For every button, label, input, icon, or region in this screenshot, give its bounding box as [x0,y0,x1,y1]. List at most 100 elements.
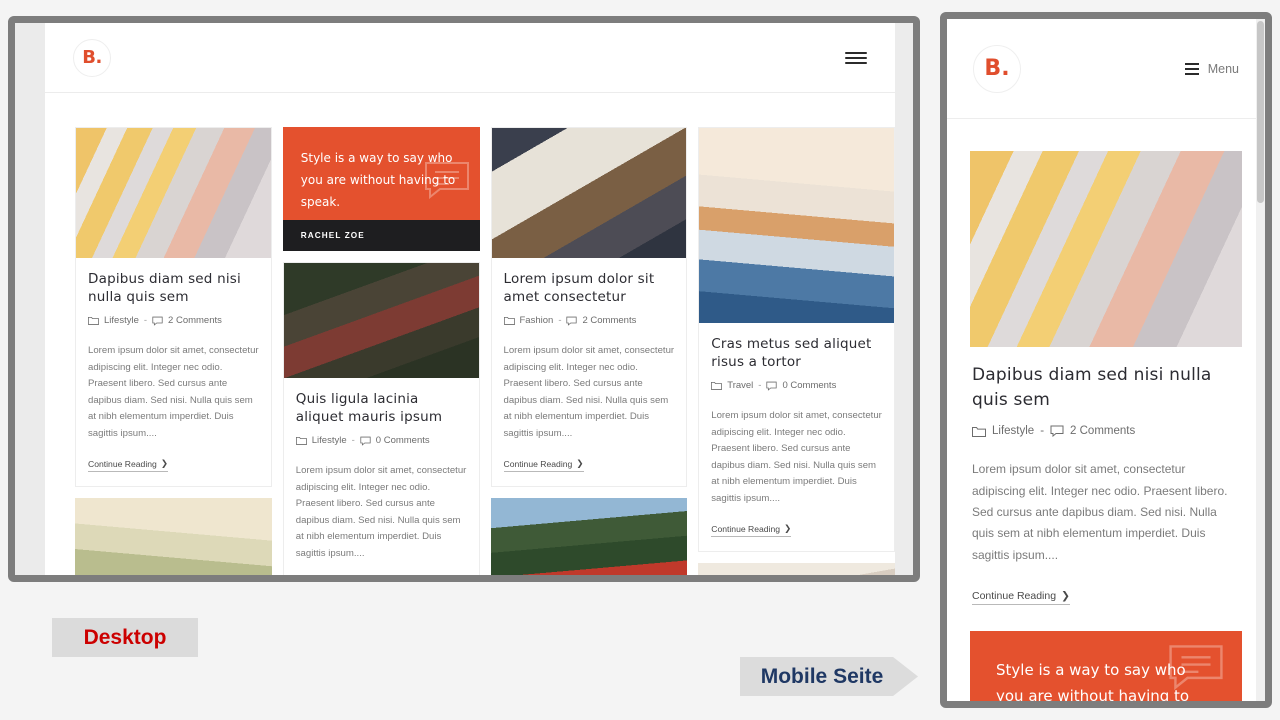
post-category[interactable]: Lifestyle [992,425,1034,437]
desktop-browser-frame: B. Dapibus diam sed nisi nulla quis sem [8,16,920,582]
post-title[interactable]: Quis ligula lacinia aliquet mauris ipsum [296,390,467,426]
desktop-site-header: B. [45,23,895,93]
desktop-viewport: B. Dapibus diam sed nisi nulla quis sem [15,23,913,575]
folder-icon [295,437,307,446]
comparison-stage: B. Dapibus diam sed nisi nulla quis sem [0,0,1280,720]
post-card[interactable]: Quis ligula lacinia aliquet mauris ipsum… [282,262,480,575]
continue-reading-link[interactable]: Continue Reading ❯ [711,523,792,538]
continue-reading-link[interactable]: Continue Reading ❯ [88,458,169,473]
folder-icon [711,382,723,391]
continue-reading-label: Continue Reading [711,523,781,534]
desktop-scrollbar[interactable] [895,23,913,575]
post-thumbnail-hammock [490,498,688,575]
post-comment-count[interactable]: 2 Comments [582,315,636,326]
post-card[interactable] [490,498,688,575]
grid-column: Style is a way to say who you are withou… [282,127,480,575]
mobile-menu-button[interactable]: Menu [1184,62,1239,76]
mobile-scrollbar[interactable] [1256,19,1265,701]
post-category[interactable]: Fashion [520,315,554,326]
hamburger-bar [845,51,867,54]
post-meta: Travel - 0 Comments [711,380,882,391]
mobile-site-logo[interactable]: B. [973,44,1021,93]
post-category[interactable]: Lifestyle [104,315,139,326]
hamburger-menu-icon[interactable] [845,51,867,64]
hamburger-bar [1184,72,1199,75]
post-card[interactable] [75,498,272,575]
grid-column: Dapibus diam sed nisi nulla quis sem Lif… [75,127,272,575]
chevron-right-icon: ❯ [576,458,584,469]
post-thumbnail-portrait [698,563,895,575]
quote-card[interactable]: Style is a way to say who you are withou… [970,631,1242,701]
post-card[interactable]: Cras metus sed aliquet risus a tortor Tr… [698,127,895,553]
post-comment-count[interactable]: 0 Comments [376,435,430,446]
folder-icon [503,317,515,326]
post-card[interactable] [698,563,895,575]
meta-separator: - [351,435,355,447]
grid-column: Lorem ipsum dolor sit amet consectetur F… [490,127,688,575]
post-card[interactable]: Dapibus diam sed nisi nulla quis sem Lif… [970,151,1242,606]
post-title[interactable]: Cras metus sed aliquet risus a tortor [711,335,882,371]
quote-card[interactable]: Style is a way to say who you are withou… [282,127,480,251]
post-title[interactable]: Lorem ipsum dolor sit amet consectetur [504,270,675,306]
post-title[interactable]: Dapibus diam sed nisi nulla quis sem [88,270,259,306]
hamburger-bar [1184,62,1199,65]
meta-separator: - [143,315,148,327]
post-meta: Lifestyle - 2 Comments [972,425,1240,438]
post-meta: Lifestyle - 0 Comments [295,435,467,447]
quote-body: Style is a way to say who you are withou… [282,127,480,220]
mobile-annotation-text: Mobile Seite [760,664,884,688]
post-category[interactable]: Travel [727,380,753,391]
post-comment-count[interactable]: 0 Comments [782,380,836,391]
quote-author: RACHEL ZOE [282,220,480,251]
continue-reading-label: Continue Reading [972,590,1057,603]
post-thumbnail-airport [491,128,687,258]
quote-body: Style is a way to say who you are withou… [970,631,1242,701]
hamburger-bar [1184,67,1199,70]
meta-separator: - [1040,425,1045,438]
meta-separator: - [758,380,762,392]
post-thumbnail-forest [283,263,479,378]
post-grid: Dapibus diam sed nisi nulla quis sem Lif… [75,127,895,575]
continue-reading-link[interactable]: Continue Reading ❯ [972,590,1070,606]
post-excerpt: Lorem ipsum dolor sit amet, consectetur … [88,345,259,439]
grid-column: Cras metus sed aliquet risus a tortor Tr… [698,127,895,575]
comment-icon [360,436,371,446]
hamburger-menu-icon [1184,62,1199,75]
post-card[interactable]: Dapibus diam sed nisi nulla quis sem Lif… [75,127,272,488]
post-title[interactable]: Dapibus diam sed nisi nulla quis sem [972,363,1240,412]
comment-icon [1050,425,1064,438]
post-excerpt: Lorem ipsum dolor sit amet, consectetur … [295,465,467,559]
post-comment-count[interactable]: 2 Comments [168,315,222,326]
post-card-body: Cras metus sed aliquet risus a tortor Tr… [699,323,894,551]
site-logo[interactable]: B. [73,38,111,77]
post-thumbnail-mountain [75,498,272,575]
desktop-annotation-label: Desktop [52,618,198,657]
chevron-right-icon: ❯ [784,523,792,534]
comment-icon [766,381,778,391]
post-card-body: Lorem ipsum dolor sit amet consectetur F… [492,258,687,486]
post-excerpt: Lorem ipsum dolor sit amet, consectetur … [503,345,675,439]
mobile-browser-frame: B. Menu Dapibus diam sed nisi nulla quis… [940,12,1272,708]
post-card[interactable]: Lorem ipsum dolor sit amet consectetur F… [490,127,688,488]
quote-text: Style is a way to say who you are withou… [300,151,456,210]
meta-separator: - [558,315,562,327]
post-comment-count[interactable]: 2 Comments [1070,425,1135,437]
mobile-annotation-label: Mobile Seite [740,657,918,696]
chevron-right-icon: ❯ [1061,590,1070,603]
post-thumbnail-surfer [699,128,894,323]
post-thumbnail-running [970,151,1242,347]
post-card-body: Quis ligula lacinia aliquet mauris ipsum… [284,378,479,575]
hamburger-bar [845,56,867,59]
comment-icon [566,316,578,326]
continue-reading-link[interactable]: Continue Reading ❯ [503,458,584,473]
mobile-scrollbar-thumb[interactable] [1257,21,1264,203]
hamburger-bar [845,61,867,64]
post-thumbnail-running [76,128,271,258]
chevron-right-icon: ❯ [160,458,169,469]
post-card-body: Dapibus diam sed nisi nulla quis sem Lif… [970,347,1242,606]
post-excerpt: Lorem ipsum dolor sit amet, consectetur … [711,410,882,504]
post-category[interactable]: Lifestyle [312,435,347,446]
comment-icon [152,316,163,326]
folder-icon [972,426,986,437]
post-excerpt: Lorem ipsum dolor sit amet, consectetur … [972,462,1228,562]
